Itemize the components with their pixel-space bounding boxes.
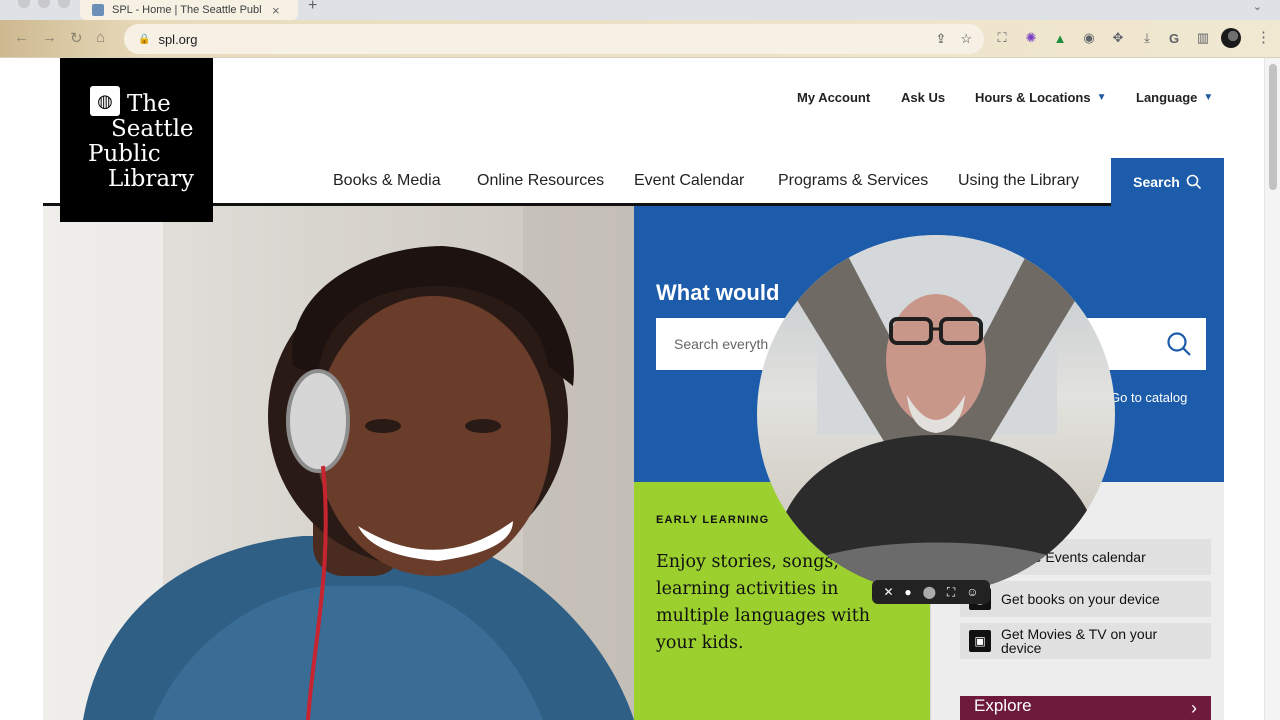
camera-extension-icon[interactable]: ◉ xyxy=(1081,30,1097,46)
logo-word-seattle: Seattle xyxy=(111,116,194,142)
tab-search-chevron-icon[interactable]: ⌄ xyxy=(1253,0,1262,13)
purple-extension-icon[interactable]: ✺ xyxy=(1023,30,1039,46)
logo-word-library: Library xyxy=(108,166,195,192)
search-panel-heading: What would xyxy=(656,280,780,305)
profile-avatar[interactable] xyxy=(1221,28,1241,48)
chevron-down-icon: ▼ xyxy=(1096,92,1107,103)
library-logo[interactable]: ◍ The Seattle Public Library xyxy=(60,58,213,222)
globe-book-icon: ◍ xyxy=(90,86,120,116)
language-dropdown[interactable]: Language ▼ xyxy=(1136,90,1213,105)
ask-us-link[interactable]: Ask Us xyxy=(901,90,945,105)
logo-word-the: The xyxy=(127,91,171,117)
sidebar-panel-icon[interactable]: ▥ xyxy=(1195,30,1211,46)
fullscreen-icon[interactable]: ⛶ xyxy=(947,585,955,600)
browser-tab[interactable]: SPL - Home | The Seattle Public Library … xyxy=(80,0,298,20)
lock-icon: 🔒 xyxy=(138,33,151,45)
person-icon[interactable]: ☺ xyxy=(966,585,978,599)
search-icon[interactable] xyxy=(1166,331,1192,357)
google-extension-icon[interactable]: G xyxy=(1166,30,1182,46)
address-bar[interactable]: 🔒 spl.org ⇪ ☆ xyxy=(124,24,984,54)
download-icon[interactable]: ⤓ xyxy=(1139,30,1155,46)
language-label: Language xyxy=(1136,90,1198,105)
hours-locations-label: Hours & Locations xyxy=(975,90,1091,105)
site-favicon-icon xyxy=(92,4,104,16)
go-to-catalog-link[interactable]: Go to catalog xyxy=(1110,390,1187,405)
nav-programs-services[interactable]: Programs & Services xyxy=(778,172,928,190)
hours-locations-dropdown[interactable]: Hours & Locations ▼ xyxy=(975,90,1106,105)
small-size-dot-icon[interactable]: ● xyxy=(904,585,911,599)
page-scrollbar[interactable] xyxy=(1264,58,1280,720)
drive-extension-icon[interactable]: ▲ xyxy=(1052,30,1068,46)
forward-arrow-icon[interactable]: → xyxy=(42,29,57,46)
webcam-controls: ✕ ● ⬤ ⛶ ☺ xyxy=(872,580,990,604)
search-tab-label: Search xyxy=(1133,174,1180,190)
tab-close-icon[interactable]: × xyxy=(272,3,280,18)
explore-label: Explore xyxy=(974,696,1032,715)
quick-link-movies-tv[interactable]: ▣ Get Movies & TV on your device xyxy=(960,623,1211,659)
chevron-down-icon: ▼ xyxy=(1203,92,1214,103)
tv-icon: ▣ xyxy=(969,630,991,652)
my-account-label: My Account xyxy=(797,90,871,105)
screen: SPL - Home | The Seattle Public Library … xyxy=(0,0,1280,720)
webcam-illustration xyxy=(757,235,1115,593)
new-tab-button[interactable]: + xyxy=(308,0,317,14)
address-url: spl.org xyxy=(158,31,198,47)
screenshot-extension-icon[interactable]: ⛶ xyxy=(994,30,1010,46)
zoom-window-dot[interactable] xyxy=(58,0,70,8)
nav-online-resources[interactable]: Online Resources xyxy=(477,172,604,190)
reload-icon[interactable]: ↻ xyxy=(70,29,83,47)
nav-using-the-library[interactable]: Using the Library xyxy=(958,172,1079,190)
close-window-dot[interactable] xyxy=(18,0,30,8)
quick-link-label: Get books on your device xyxy=(1001,591,1160,607)
scrollbar-thumb[interactable] xyxy=(1269,64,1277,190)
hero-photo xyxy=(43,206,634,720)
home-icon[interactable]: ⌂ xyxy=(96,29,105,46)
share-icon[interactable]: ⇪ xyxy=(935,31,946,47)
search-icon xyxy=(1186,174,1201,190)
explore-card[interactable]: Explore › xyxy=(960,696,1211,720)
webcam-bubble[interactable] xyxy=(757,235,1115,593)
minimize-window-dot[interactable] xyxy=(38,0,50,8)
quick-link-label: Get Movies & TV on your device xyxy=(1001,626,1158,656)
catalog-search-placeholder: Search everyth xyxy=(674,336,769,352)
nav-event-calendar[interactable]: Event Calendar xyxy=(634,172,744,190)
close-icon[interactable]: ✕ xyxy=(883,585,893,599)
my-account-link[interactable]: My Account xyxy=(797,90,870,105)
browser-tab-bar: SPL - Home | The Seattle Public Library … xyxy=(0,0,1280,20)
nav-books-media[interactable]: Books & Media xyxy=(333,172,441,190)
puzzle-extensions-icon[interactable]: ✥ xyxy=(1110,30,1126,46)
logo-word-public: Public xyxy=(88,141,161,167)
tab-title: SPL - Home | The Seattle Public Library xyxy=(112,4,262,16)
ask-us-label: Ask Us xyxy=(901,90,946,105)
large-size-dot-icon[interactable]: ⬤ xyxy=(923,585,936,599)
search-tab-button[interactable]: Search xyxy=(1111,158,1224,206)
arrow-right-icon: › xyxy=(1191,698,1197,718)
quick-link-books-device[interactable]: ▯ Get books on your device xyxy=(960,581,1211,617)
hero-illustration xyxy=(43,206,634,720)
browser-menu-icon[interactable]: ⋮ xyxy=(1256,28,1271,46)
early-learning-label: EARLY LEARNING xyxy=(656,514,770,526)
back-arrow-icon[interactable]: ← xyxy=(14,29,29,46)
bookmark-star-icon[interactable]: ☆ xyxy=(960,31,972,47)
